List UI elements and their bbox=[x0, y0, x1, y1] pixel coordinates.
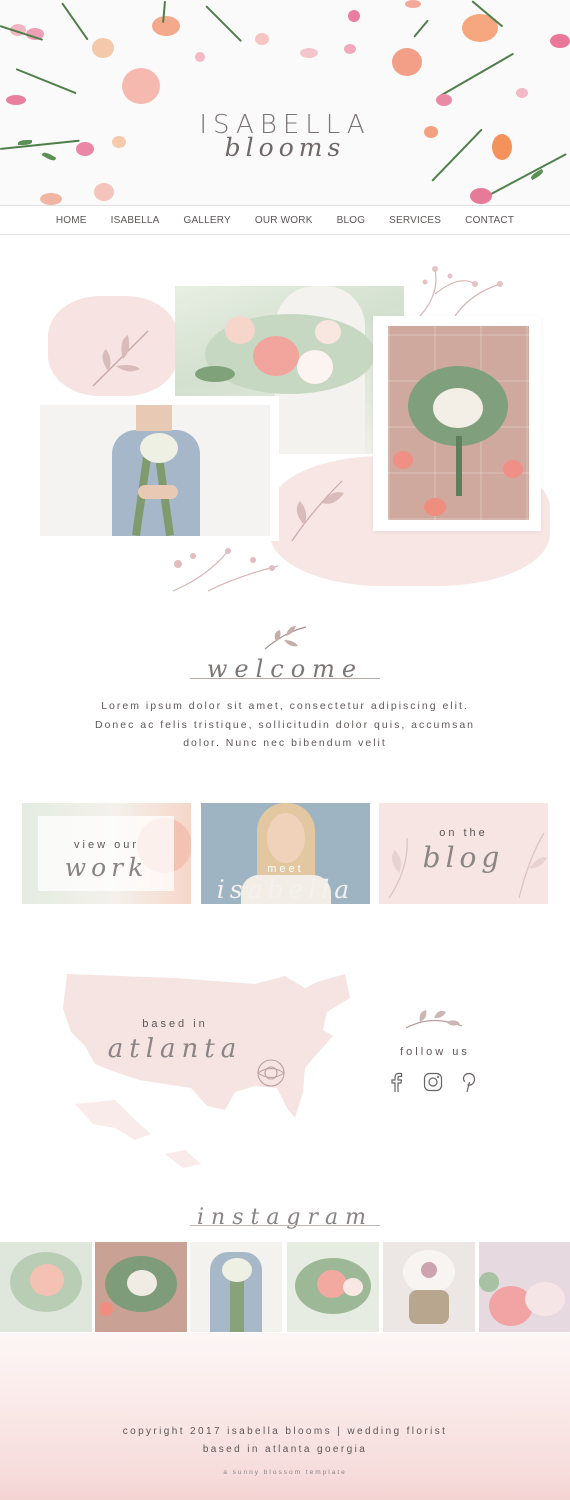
tile-view-our-work[interactable]: view our work bbox=[22, 803, 191, 904]
botanical-sketch bbox=[92, 330, 149, 387]
nav-contact[interactable]: CONTACT bbox=[453, 215, 526, 226]
instagram-underline bbox=[190, 1225, 380, 1226]
flower-decoration bbox=[516, 88, 528, 98]
tile-meet-isabella[interactable]: meet isabella bbox=[201, 803, 370, 904]
photo-collage bbox=[0, 236, 570, 606]
nav-gallery[interactable]: GALLERY bbox=[172, 215, 243, 226]
flower-decoration bbox=[436, 94, 452, 106]
woman-holding-flowers-photo bbox=[40, 405, 270, 536]
flower-decoration bbox=[152, 16, 180, 36]
flower-decoration bbox=[392, 48, 422, 76]
tile-script-label: isabella bbox=[216, 875, 355, 904]
instagram-photo[interactable] bbox=[95, 1242, 187, 1332]
tile-script-label: work bbox=[64, 853, 149, 882]
flower-decoration bbox=[348, 10, 360, 22]
stem-decoration bbox=[205, 5, 243, 43]
botanical-sketch bbox=[419, 266, 503, 317]
botanical-sketch bbox=[172, 548, 279, 592]
instagram-icon[interactable] bbox=[421, 1070, 445, 1094]
flower-decoration bbox=[92, 38, 114, 58]
tile-small-label: view our bbox=[74, 839, 139, 851]
stem-decoration bbox=[61, 2, 89, 41]
location-small-label: based in bbox=[142, 1018, 208, 1030]
footer-template-credit[interactable]: a sunny blossom template bbox=[0, 1469, 570, 1476]
portrait-face bbox=[267, 813, 305, 863]
flower-decoration bbox=[255, 33, 269, 45]
tile-small-label: on the bbox=[439, 827, 488, 839]
sprig-icon bbox=[405, 1010, 463, 1029]
instagram-photo[interactable] bbox=[287, 1242, 379, 1332]
flower-decoration bbox=[470, 188, 492, 204]
flower-decoration bbox=[550, 34, 570, 48]
tile-floor-bouquet-photo bbox=[388, 326, 529, 520]
instagram-photo[interactable] bbox=[190, 1242, 282, 1332]
tile-on-the-blog[interactable]: on the blog bbox=[379, 803, 548, 904]
tile-small-label: meet bbox=[267, 863, 304, 875]
footer-location: based in atlanta goergia bbox=[202, 1444, 368, 1455]
nav-home[interactable]: HOME bbox=[44, 215, 99, 226]
flower-decoration bbox=[122, 68, 160, 104]
nav-isabella[interactable]: ISABELLA bbox=[99, 215, 172, 226]
welcome-paragraph: Lorem ipsum dolor sit amet, consectetur … bbox=[94, 700, 476, 749]
welcome-underline bbox=[190, 678, 380, 679]
flower-decoration bbox=[405, 0, 421, 8]
flower-decoration bbox=[6, 95, 26, 105]
instagram-photo[interactable] bbox=[479, 1242, 570, 1332]
header-hero: ISABELLA blooms bbox=[0, 0, 570, 205]
stem-decoration bbox=[439, 52, 515, 97]
location-script-label: atlanta bbox=[107, 1034, 243, 1064]
follow-us-label: follow us bbox=[400, 1046, 470, 1058]
instagram-photo[interactable] bbox=[383, 1242, 475, 1332]
main-navigation: HOME ISABELLA GALLERY OUR WORK BLOG SERV… bbox=[0, 205, 570, 235]
botanical-sketch bbox=[291, 480, 344, 542]
nav-our-work[interactable]: OUR WORK bbox=[243, 215, 325, 226]
logo-script[interactable]: blooms bbox=[0, 133, 570, 162]
flower-decoration bbox=[195, 52, 205, 62]
flower-decoration bbox=[300, 48, 318, 58]
flower-decoration bbox=[344, 44, 356, 54]
footer-copyright: copyright 2017 isabella blooms | wedding… bbox=[122, 1426, 448, 1437]
flower-decoration bbox=[94, 183, 114, 201]
usa-map-illustration bbox=[63, 974, 350, 1168]
nav-services[interactable]: SERVICES bbox=[377, 215, 453, 226]
sprig-icon bbox=[264, 626, 307, 650]
flower-decoration bbox=[40, 193, 62, 205]
instagram-heading: instagram bbox=[196, 1205, 374, 1230]
facebook-icon[interactable] bbox=[384, 1070, 408, 1094]
instagram-photo[interactable] bbox=[0, 1242, 92, 1332]
nav-blog[interactable]: BLOG bbox=[325, 215, 378, 226]
pinterest-icon[interactable] bbox=[457, 1070, 481, 1094]
tile-script-label: blog bbox=[422, 841, 505, 874]
stem-decoration bbox=[413, 19, 429, 38]
stem-decoration bbox=[15, 68, 77, 95]
